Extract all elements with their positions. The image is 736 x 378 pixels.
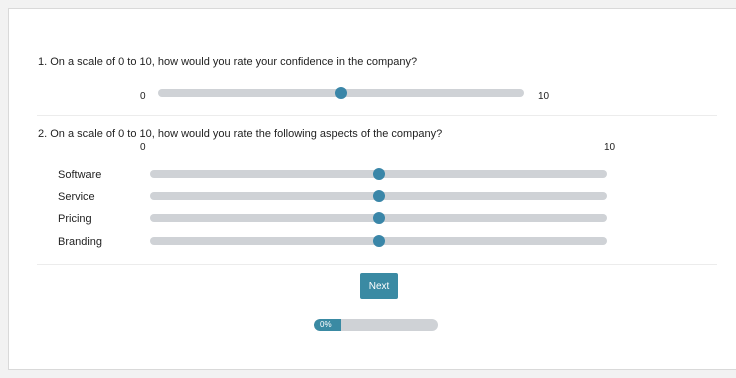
q2-row-label-service: Service [58, 191, 95, 203]
question-1-text: 1. On a scale of 0 to 10, how would you … [38, 56, 418, 68]
q1-min-label: 0 [140, 91, 146, 102]
q2-slider-service[interactable] [150, 190, 607, 202]
q2-slider-thumb-pricing[interactable] [372, 212, 385, 224]
q1-max-label: 10 [538, 91, 550, 102]
survey-card: 1. On a scale of 0 to 10, how would you … [8, 8, 736, 370]
q1-slider-thumb[interactable] [335, 87, 347, 99]
q2-slider-software[interactable] [150, 168, 607, 180]
next-button[interactable]: Next [360, 273, 398, 299]
progress-bar: 0% [314, 319, 438, 331]
q1-slider[interactable] [158, 87, 524, 99]
q2-min-label: 0 [140, 142, 146, 153]
divider [37, 264, 717, 265]
progress-percent: 0% [320, 320, 332, 329]
q2-slider-pricing[interactable] [150, 212, 607, 224]
question-2-text: 2. On a scale of 0 to 10, how would you … [38, 128, 443, 140]
q2-slider-thumb-branding[interactable] [372, 235, 385, 247]
q2-row-label-pricing: Pricing [58, 213, 92, 225]
divider [37, 115, 717, 116]
q2-max-label: 10 [604, 142, 616, 153]
q2-slider-branding[interactable] [150, 235, 607, 247]
q2-row-label-software: Software [58, 169, 102, 181]
q2-row-label-branding: Branding [58, 236, 103, 248]
q2-slider-thumb-software[interactable] [372, 168, 385, 180]
q2-slider-thumb-service[interactable] [372, 190, 385, 202]
